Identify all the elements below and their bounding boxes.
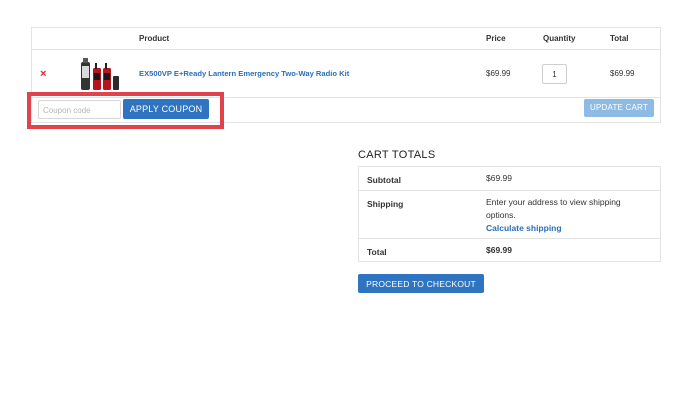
cart-totals-table: Subtotal $69.99 Shipping Enter your addr… (358, 166, 661, 262)
shipping-details: Enter your address to view shipping opti… (486, 196, 646, 235)
item-total: $69.99 (610, 69, 635, 78)
product-name-link[interactable]: EX500VP E+Ready Lantern Emergency Two-Wa… (139, 69, 349, 78)
header-total: Total (610, 34, 629, 43)
calculate-shipping-link[interactable]: Calculate shipping (486, 222, 646, 235)
header-product: Product (139, 34, 170, 43)
total-row: Total $69.99 (359, 239, 660, 263)
cart-item-row: × EX500VP E+Ready Lantern Emergency Two-… (32, 50, 660, 98)
header-price: Price (486, 34, 506, 43)
subtotal-label: Subtotal (367, 175, 401, 185)
highlight-box (27, 92, 224, 129)
proceed-to-checkout-button[interactable]: PROCEED TO CHECKOUT (358, 274, 484, 293)
quantity-input[interactable]: 1 (542, 64, 567, 84)
shipping-row: Shipping Enter your address to view ship… (359, 191, 660, 239)
total-label: Total (367, 247, 387, 257)
shipping-label: Shipping (367, 199, 404, 209)
product-thumbnail[interactable] (78, 54, 122, 94)
subtotal-value: $69.99 (486, 173, 512, 183)
cart-table-header: Product Price Quantity Total (32, 28, 660, 50)
total-value: $69.99 (486, 245, 512, 255)
update-cart-button[interactable]: UPDATE CART (584, 99, 654, 117)
cart-totals-title: CART TOTALS (358, 149, 436, 161)
subtotal-row: Subtotal $69.99 (359, 167, 660, 191)
shipping-text: Enter your address to view shipping opti… (486, 197, 621, 220)
header-quantity: Quantity (543, 34, 576, 43)
remove-item-icon[interactable]: × (40, 68, 46, 80)
item-price: $69.99 (486, 69, 511, 78)
